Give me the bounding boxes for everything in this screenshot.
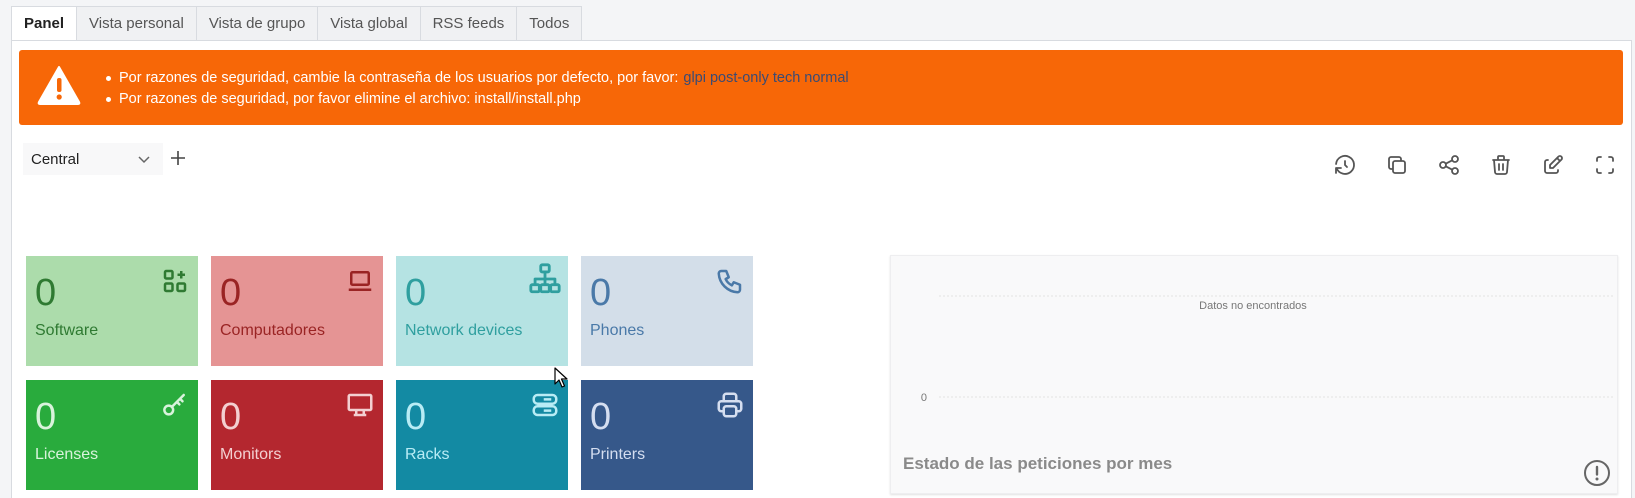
history-icon xyxy=(1335,155,1355,175)
info-icon[interactable] xyxy=(1583,459,1611,487)
card-label: Printers xyxy=(590,446,646,463)
alert-message-install-file: Por razones de seguridad, por favor elim… xyxy=(106,89,849,110)
card-value: 0 xyxy=(405,396,427,438)
dashboard-select[interactable]: Central xyxy=(23,143,163,175)
share-icon xyxy=(1439,155,1459,175)
tab-todos[interactable]: Todos xyxy=(517,6,583,41)
card-software[interactable]: 0 Software xyxy=(26,256,198,366)
apps-add-icon xyxy=(160,266,190,296)
mouse-cursor-icon xyxy=(554,367,568,388)
card-licenses[interactable]: 0 Licenses xyxy=(26,380,198,490)
tab-vista-personal[interactable]: Vista personal xyxy=(77,6,197,41)
card-value: 0 xyxy=(405,272,427,314)
server-icon xyxy=(530,390,560,420)
card-value: 0 xyxy=(220,396,242,438)
tab-vista-global[interactable]: Vista global xyxy=(318,6,421,41)
clone-button[interactable] xyxy=(1385,153,1409,177)
add-dashboard-button[interactable] xyxy=(168,148,188,168)
alert-messages: Por razones de seguridad, cambie la cont… xyxy=(106,68,849,110)
chart-y-tick: 0 xyxy=(921,392,927,404)
card-racks[interactable]: 0 Racks xyxy=(396,380,568,490)
share-button[interactable] xyxy=(1437,153,1461,177)
card-value: 0 xyxy=(590,272,612,314)
chart-title: Estado de las peticiones por mes xyxy=(903,454,1173,473)
monitor-icon xyxy=(345,390,375,420)
alert-message-passwords: Por razones de seguridad, cambie la cont… xyxy=(106,68,849,89)
fullscreen-icon xyxy=(1596,156,1614,174)
dashboard-toolbar xyxy=(1333,153,1617,177)
key-icon xyxy=(160,390,190,420)
chart-empty-message: Datos no encontrados xyxy=(1199,300,1307,312)
card-label: Monitors xyxy=(220,446,282,463)
tab-panel[interactable]: Panel xyxy=(11,6,78,41)
history-button[interactable] xyxy=(1333,153,1357,177)
card-value: 0 xyxy=(590,396,612,438)
laptop-icon xyxy=(345,266,375,296)
printer-icon xyxy=(715,390,745,420)
edit-icon xyxy=(1544,155,1563,174)
card-value: 0 xyxy=(35,272,57,314)
edit-button[interactable] xyxy=(1541,153,1565,177)
card-label: Licenses xyxy=(35,446,99,463)
network-icon xyxy=(526,262,564,296)
default-users-link[interactable]: glpi post-only tech normal xyxy=(683,68,848,89)
tab-vista-de-grupo[interactable]: Vista de grupo xyxy=(196,6,319,41)
card-printers[interactable]: 0 Printers xyxy=(581,380,753,490)
warning-icon xyxy=(37,66,81,105)
card-value: 0 xyxy=(220,272,242,314)
card-value: 0 xyxy=(35,396,57,438)
chevron-down-icon xyxy=(138,156,150,164)
card-monitors[interactable]: 0 Monitors xyxy=(211,380,383,490)
fullscreen-button[interactable] xyxy=(1593,153,1617,177)
dashboard-tabs: Panel Vista personal Vista de grupo Vist… xyxy=(11,6,583,41)
card-network-devices[interactable]: 0 Network devices xyxy=(396,256,568,366)
card-label: Software xyxy=(35,322,99,339)
card-label: Racks xyxy=(405,446,450,463)
card-computadores[interactable]: 0 Computadores xyxy=(211,256,383,366)
tickets-by-month-chart: Datos no encontrados 0 Estado de las pet… xyxy=(890,255,1618,494)
dashboard-select-value: Central xyxy=(31,150,80,168)
trash-icon xyxy=(1492,155,1510,175)
clone-icon xyxy=(1388,156,1406,174)
tab-rss-feeds[interactable]: RSS feeds xyxy=(420,6,518,41)
card-label: Phones xyxy=(590,322,645,339)
delete-button[interactable] xyxy=(1489,153,1513,177)
card-phones[interactable]: 0 Phones xyxy=(581,256,753,366)
card-label: Network devices xyxy=(405,322,523,339)
security-alert: Por razones de seguridad, cambie la cont… xyxy=(19,50,1623,125)
card-label: Computadores xyxy=(220,322,325,339)
phone-icon xyxy=(715,266,745,296)
